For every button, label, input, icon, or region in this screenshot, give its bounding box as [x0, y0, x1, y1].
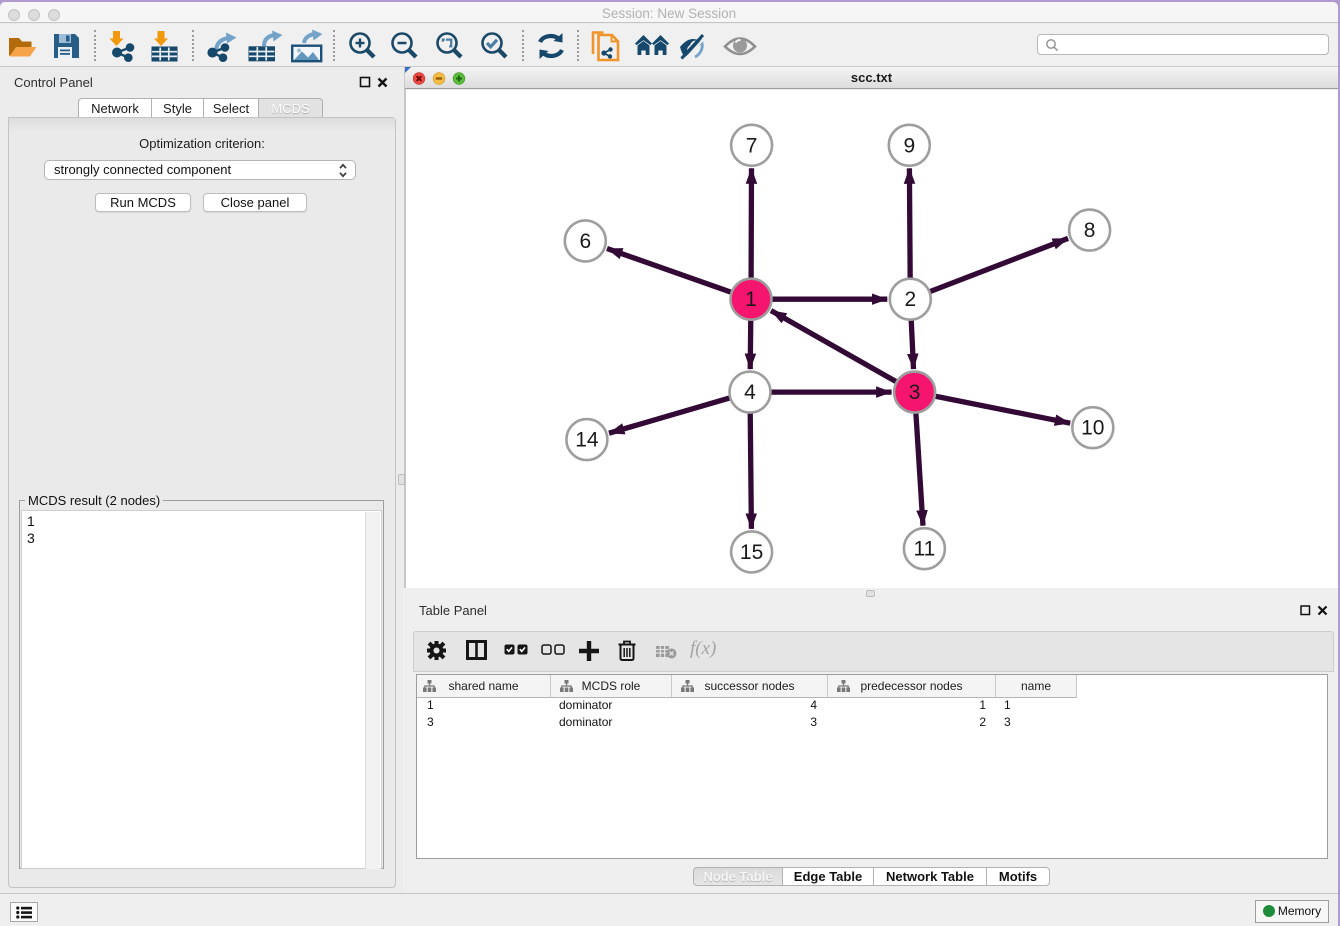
- svg-text:15: 15: [740, 541, 763, 564]
- svg-text:11: 11: [913, 538, 935, 561]
- svg-text:9: 9: [903, 134, 915, 157]
- svg-text:6: 6: [579, 230, 591, 253]
- svg-text:7: 7: [746, 134, 758, 157]
- svg-text:10: 10: [1081, 417, 1104, 440]
- svg-text:8: 8: [1084, 219, 1096, 242]
- svg-text:2: 2: [904, 288, 916, 311]
- svg-text:3: 3: [909, 381, 921, 404]
- svg-text:14: 14: [575, 429, 599, 452]
- svg-text:1: 1: [745, 288, 757, 311]
- svg-text:4: 4: [744, 381, 756, 404]
